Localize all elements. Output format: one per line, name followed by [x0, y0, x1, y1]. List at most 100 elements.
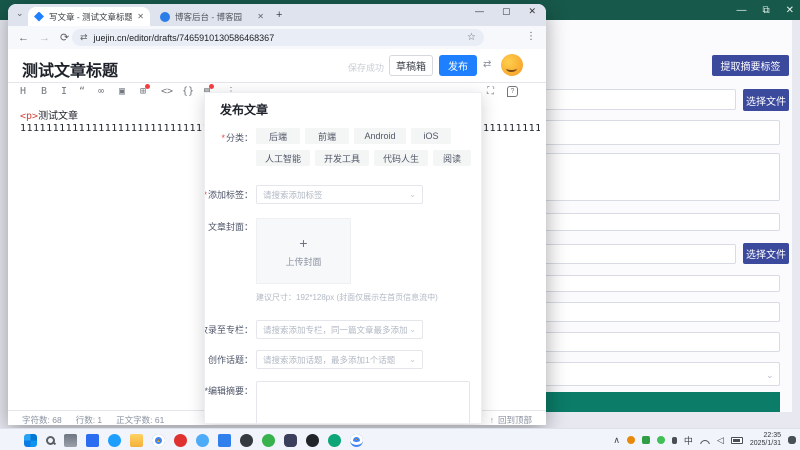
form-field[interactable]: [528, 153, 780, 201]
article-title-input[interactable]: 测试文章标题: [22, 57, 118, 81]
topic-select[interactable]: 请搜索添加话题，最多添加1个话题 ⌄: [256, 350, 423, 369]
site-settings-icon[interactable]: ⇄: [80, 32, 88, 43]
app-icon-penguin[interactable]: [196, 434, 209, 447]
summary-textarea[interactable]: [256, 381, 470, 424]
tab-search-chevron-icon[interactable]: ⌄: [16, 8, 24, 19]
tab-close-icon[interactable]: ✕: [137, 12, 144, 21]
app-icon-check[interactable]: [108, 434, 121, 447]
inline-code-icon[interactable]: <>: [161, 86, 173, 97]
form-field[interactable]: [528, 120, 780, 145]
clock[interactable]: 22:35 2025/1/31: [750, 432, 781, 448]
tray-wechat-icon[interactable]: [657, 436, 665, 444]
back-minimize-button[interactable]: —: [736, 5, 746, 16]
url-text[interactable]: juejin.cn/editor/drafts/7465910130586468…: [94, 33, 275, 43]
tab-strip: ⌄ 写文章 - 测试文章标题 - 掘金 ✕ 博客后台 - 博客园 ✕ + — ▢…: [8, 4, 546, 26]
line-count: 行数: 1: [76, 414, 102, 425]
github-desktop-icon[interactable]: [284, 434, 297, 447]
volume-icon[interactable]: ◁: [717, 435, 724, 446]
form-field[interactable]: [528, 302, 780, 322]
bookmark-star-icon[interactable]: ☆: [467, 32, 476, 43]
browser-menu-icon[interactable]: ⋮: [526, 31, 536, 42]
table-icon[interactable]: ⊞: [140, 86, 146, 97]
reload-icon[interactable]: ⟳: [60, 31, 69, 44]
tray-time: 22:35: [750, 432, 781, 440]
fullscreen-icon[interactable]: ⛶: [487, 86, 494, 97]
back-maximize-button[interactable]: ⧉: [762, 5, 769, 16]
back-to-top-label[interactable]: 回到顶部: [498, 414, 532, 425]
chevron-down-icon: ⌄: [409, 355, 416, 364]
ime-indicator[interactable]: 中: [684, 434, 693, 447]
extract-summary-tags-button[interactable]: 提取摘要标签: [712, 55, 789, 76]
file-input-2[interactable]: [528, 244, 736, 264]
battery-icon[interactable]: [731, 437, 743, 444]
category-chip[interactable]: 阅读: [433, 150, 471, 166]
tray-green-app-icon[interactable]: [642, 436, 650, 444]
tag-select[interactable]: 请搜索添加标签 ⌄: [256, 185, 423, 204]
choose-file-button-2[interactable]: 选择文件: [743, 243, 789, 264]
address-bar[interactable]: ⇄ juejin.cn/editor/drafts/74659101305864…: [72, 29, 484, 46]
chrome-icon[interactable]: [152, 434, 165, 447]
juejin-favicon: [34, 12, 44, 22]
form-field[interactable]: [528, 332, 780, 352]
category-chip[interactable]: 代码人生: [374, 150, 428, 166]
tab-article-editor[interactable]: 写文章 - 测试文章标题 - 掘金 ✕: [28, 7, 150, 26]
help-icon[interactable]: ?: [507, 86, 518, 97]
bold-icon[interactable]: B: [41, 86, 47, 97]
app-icon-dark-circle[interactable]: [240, 434, 253, 447]
task-view-icon[interactable]: [64, 434, 77, 447]
window-close-button[interactable]: ✕: [528, 6, 536, 17]
quote-icon[interactable]: “: [79, 86, 85, 97]
start-button[interactable]: [24, 434, 37, 447]
back-icon[interactable]: ←: [18, 32, 29, 44]
back-close-button[interactable]: ✕: [786, 5, 794, 16]
word-count: 正文字数: 61: [116, 414, 164, 425]
tray-chevron-icon[interactable]: ∧: [613, 435, 620, 446]
chrome-active-icon[interactable]: [350, 434, 363, 447]
summary-label: *编辑摘要：: [204, 384, 253, 397]
form-field[interactable]: [528, 213, 780, 231]
column-select[interactable]: 请搜索添加专栏，同一篇文章最多添加三个专栏 ⌄: [256, 320, 423, 339]
window-maximize-button[interactable]: ▢: [502, 6, 511, 17]
wifi-icon[interactable]: [700, 437, 710, 444]
app-icon-teal[interactable]: [328, 434, 341, 447]
new-tab-button[interactable]: +: [276, 9, 282, 21]
link-icon[interactable]: ∞: [98, 86, 104, 97]
tab-close-icon[interactable]: ✕: [257, 12, 264, 21]
category-chip[interactable]: 后端: [256, 128, 300, 144]
avatar[interactable]: [501, 54, 523, 76]
choose-file-button[interactable]: 选择文件: [743, 89, 789, 111]
search-icon[interactable]: [46, 436, 55, 445]
code-block-icon[interactable]: {}: [182, 86, 194, 97]
image-icon[interactable]: ▣: [119, 86, 125, 97]
submit-bar-button[interactable]: [522, 392, 780, 412]
back-to-top-icon[interactable]: ↑: [490, 415, 494, 425]
sync-icon[interactable]: ⇄: [483, 59, 491, 70]
category-chip[interactable]: iOS: [411, 128, 451, 144]
file-input[interactable]: [528, 89, 736, 110]
vscode-icon[interactable]: [218, 434, 231, 447]
app-icon-green[interactable]: [262, 434, 275, 447]
tray-key-icon[interactable]: [627, 436, 635, 444]
heading-icon[interactable]: H: [20, 86, 26, 97]
file-explorer-icon[interactable]: [130, 434, 143, 447]
tab-blog-admin[interactable]: 博客后台 - 博客园 ✕: [154, 7, 270, 26]
notification-bell-icon[interactable]: [788, 436, 796, 444]
form-select[interactable]: [528, 362, 780, 386]
cover-upload-box[interactable]: + 上传封面: [256, 218, 351, 284]
drafts-button[interactable]: 草稿箱: [389, 55, 433, 76]
app-icon-black-red[interactable]: [306, 434, 319, 447]
new-badge: [209, 84, 214, 89]
form-field[interactable]: [528, 275, 780, 292]
app-icon-briefcase[interactable]: [86, 434, 99, 447]
category-chip[interactable]: 开发工具: [315, 150, 369, 166]
category-chip[interactable]: 人工智能: [256, 150, 310, 166]
category-label: *分类：: [204, 131, 253, 144]
category-chip[interactable]: 前端: [305, 128, 349, 144]
italic-icon[interactable]: I: [61, 86, 67, 97]
app-icon-red[interactable]: [174, 434, 187, 447]
microphone-icon[interactable]: [672, 437, 677, 444]
category-chip[interactable]: Android: [354, 128, 406, 144]
window-minimize-button[interactable]: —: [475, 6, 484, 17]
publish-button[interactable]: 发布: [439, 55, 477, 76]
column-placeholder: 请搜索添加专栏，同一篇文章最多添加三个专栏: [263, 324, 408, 336]
